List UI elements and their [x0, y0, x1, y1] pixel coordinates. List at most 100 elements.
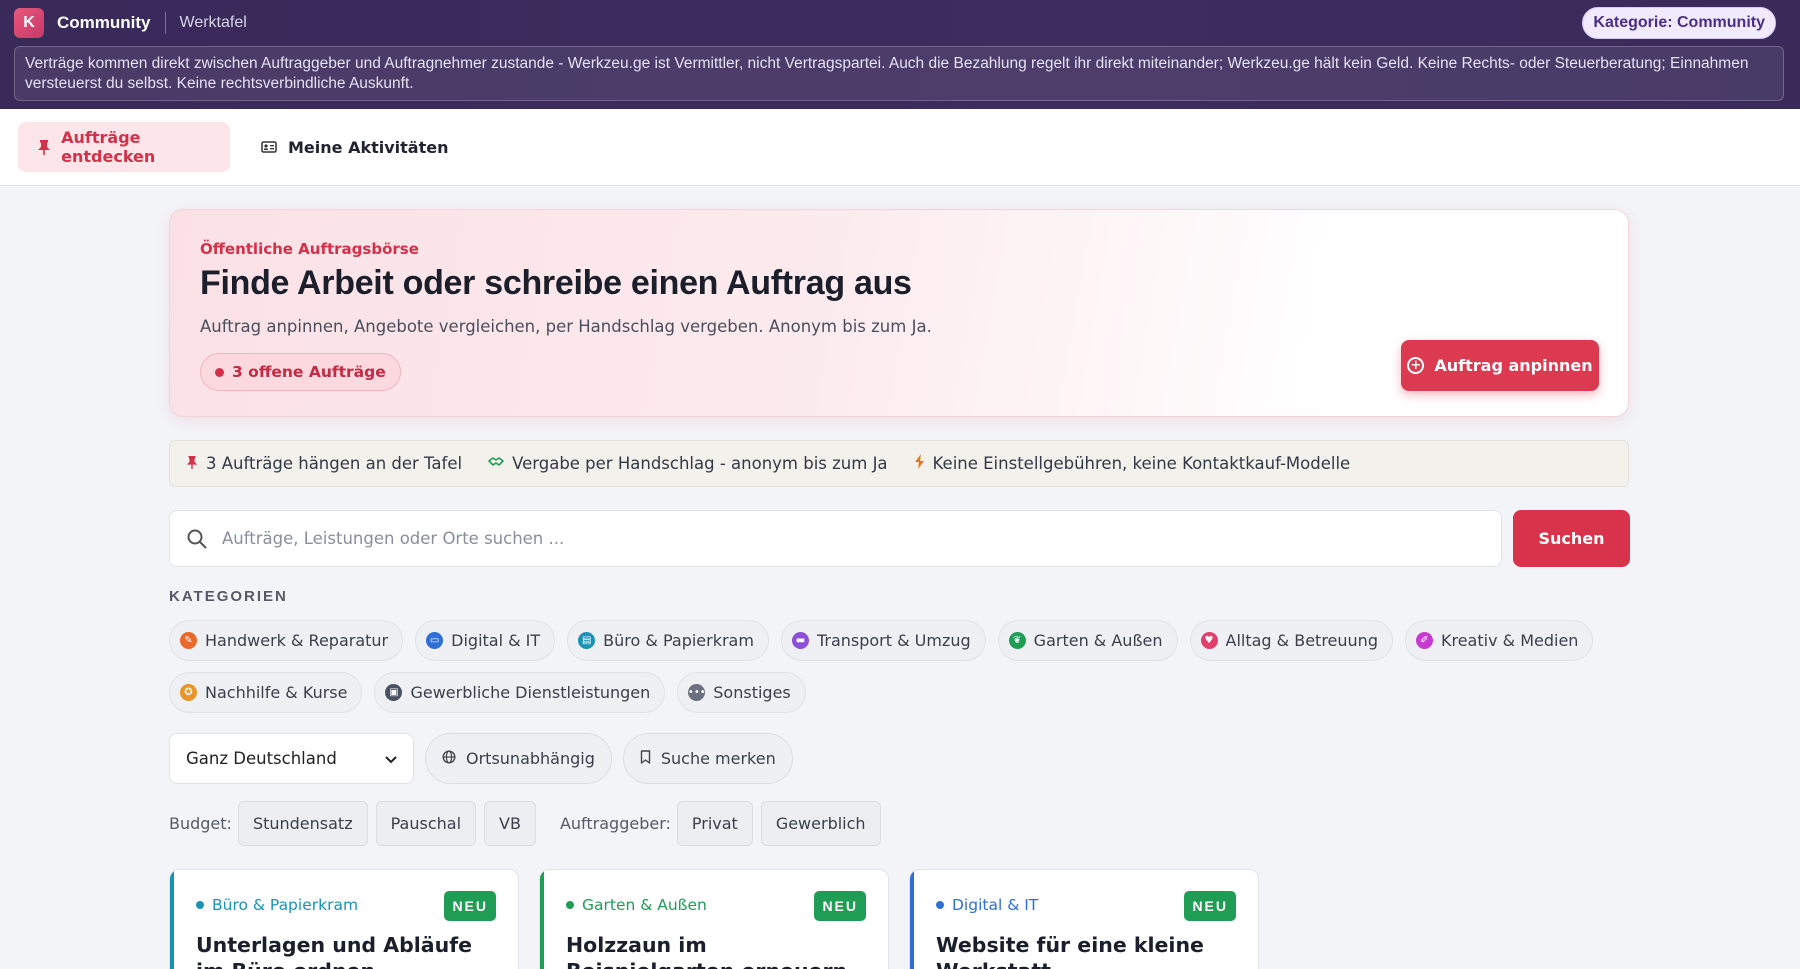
category-chip-gewerblich[interactable]: ▣ Gewerbliche Dienstleistungen — [374, 672, 666, 713]
card-title[interactable]: Website für eine kleine Werkstatt — [936, 932, 1236, 969]
card-accent — [170, 870, 174, 969]
graduation-icon: ✪ — [180, 684, 197, 701]
hero-kicker: Öffentliche Auftragsbörse — [200, 240, 419, 258]
chip-label: Nachhilfe & Kurse — [205, 683, 348, 702]
brush-icon: ✐ — [1415, 632, 1433, 649]
budget-hourly-button[interactable]: Stundensatz — [237, 801, 368, 846]
card-accent — [540, 870, 544, 969]
wrench-icon: ✎ — [180, 632, 197, 649]
save-search-label: Suche merken — [660, 749, 776, 768]
info-strip: 3 Aufträge hängen an der Tafel Vergabe p… — [169, 440, 1629, 487]
region-select-value: Ganz Deutschland — [186, 749, 337, 768]
budget-negotiable-button[interactable]: VB — [484, 801, 536, 846]
card-accent — [910, 870, 914, 969]
stat-text: Vergabe per Handschlag - anonym bis zum … — [512, 454, 888, 473]
document-icon: ▤ — [578, 632, 596, 649]
lightning-icon — [914, 454, 925, 473]
hero-banner: Öffentliche Auftragsbörse Finde Arbeit o… — [169, 209, 1629, 417]
stat-no-fees: Keine Einstellgebühren, keine Kontaktkau… — [914, 454, 1351, 473]
remote-label: Ortsunabhängig — [466, 749, 595, 768]
open-jobs-badge: 3 offene Aufträge — [200, 353, 401, 391]
category-chip-sonstiges[interactable]: ••• Sonstiges — [677, 672, 806, 713]
new-badge: NEU — [1184, 891, 1236, 921]
category-chip-digital[interactable]: ▭ Digital & IT — [415, 620, 556, 661]
hero-subtitle: Auftrag anpinnen, Angebote vergleichen, … — [200, 317, 932, 336]
category-chip-transport[interactable]: ▬ Transport & Umzug — [780, 620, 986, 661]
page-title: Finde Arbeit oder schreibe einen Auftrag… — [200, 264, 912, 302]
category-chip-nachhilfe[interactable]: ✪ Nachhilfe & Kurse — [169, 672, 363, 713]
leaf-icon: ❦ — [1008, 632, 1026, 649]
category-badge[interactable]: Kategorie: Community — [1582, 7, 1776, 39]
category-chip-kreativ[interactable]: ✐ Kreativ & Medien — [1404, 620, 1594, 661]
monitor-icon: ▭ — [426, 632, 444, 649]
client-label: Auftraggeber: — [559, 814, 671, 833]
app-logo[interactable]: K — [14, 8, 44, 38]
job-listings: Büro & Papierkram NEU Unterlagen und Abl… — [169, 869, 1279, 969]
category-chip-garten[interactable]: ❦ Garten & Außen — [997, 620, 1178, 661]
plus-circle-icon: + — [1407, 357, 1425, 374]
pin-job-label: Auftrag anpinnen — [1434, 356, 1593, 375]
search-box — [169, 510, 1502, 567]
id-card-icon — [260, 138, 278, 156]
client-business-button[interactable]: Gewerblich — [760, 801, 881, 846]
category-chip-buero[interactable]: ▤ Büro & Papierkram — [567, 620, 769, 661]
category-chip-alltag[interactable]: ♥ Alltag & Betreuung — [1189, 620, 1393, 661]
heart-icon: ♥ — [1200, 632, 1218, 649]
chevron-down-icon — [385, 749, 397, 768]
legal-disclaimer: Verträge kommen direkt zwischen Auftragg… — [14, 46, 1784, 101]
card-category: Digital & IT — [936, 896, 1038, 914]
chip-label: Alltag & Betreuung — [1225, 631, 1378, 650]
card-category-label: Digital & IT — [952, 896, 1039, 914]
brand: K Community Werktafel — [14, 8, 247, 38]
category-chip-handwerk[interactable]: ✎ Handwerk & Reparatur — [169, 620, 404, 661]
new-badge: NEU — [444, 891, 496, 921]
app-name[interactable]: Community — [57, 13, 151, 33]
search-button[interactable]: Suchen — [1513, 510, 1630, 567]
tab-discover-jobs[interactable]: Aufträge entdecken — [18, 122, 230, 172]
category-chips-row-1: ✎ Handwerk & Reparatur ▭ Digital & IT ▤ … — [169, 620, 1629, 661]
chip-label: Digital & IT — [451, 631, 541, 650]
bookmark-icon — [640, 749, 651, 768]
job-card[interactable]: Büro & Papierkram NEU Unterlagen und Abl… — [169, 869, 519, 969]
open-jobs-count: 3 offene Aufträge — [232, 363, 386, 381]
search-icon — [186, 528, 208, 550]
chip-label: Handwerk & Reparatur — [205, 631, 389, 650]
chip-label: Büro & Papierkram — [603, 631, 754, 650]
tab-my-activities[interactable]: Meine Aktivitäten — [242, 122, 466, 172]
region-select[interactable]: Ganz Deutschland — [169, 733, 414, 784]
stat-jobs-on-board: 3 Aufträge hängen an der Tafel — [186, 454, 462, 473]
top-header: K Community Werktafel Kategorie: Communi… — [0, 0, 1800, 109]
more-dots-icon: ••• — [688, 684, 706, 701]
main-nav: Aufträge entdecken Meine Aktivitäten — [0, 109, 1800, 186]
budget-label: Budget: — [169, 814, 232, 833]
pin-job-button[interactable]: + Auftrag anpinnen — [1401, 340, 1599, 391]
pin-icon — [36, 138, 51, 156]
client-private-button[interactable]: Privat — [676, 801, 753, 846]
search-input[interactable] — [222, 529, 1422, 548]
card-title[interactable]: Unterlagen und Abläufe im Büro ordnen — [196, 932, 496, 969]
stat-text: Keine Einstellgebühren, keine Kontaktkau… — [932, 454, 1351, 473]
remote-toggle[interactable]: Ortsunabhängig — [425, 733, 612, 784]
pin-icon — [186, 455, 198, 473]
category-chips-row-2: ✪ Nachhilfe & Kurse ▣ Gewerbliche Dienst… — [169, 672, 1629, 713]
card-title[interactable]: Holzzaun im Beispielgarten erneuern — [566, 932, 866, 969]
filter-row: Ganz Deutschland Ortsunabhängig Suche me… — [169, 733, 793, 784]
save-search-button[interactable]: Suche merken — [622, 733, 793, 784]
card-category-label: Garten & Außen — [582, 896, 707, 914]
job-card[interactable]: Digital & IT NEU Website für eine kleine… — [909, 869, 1259, 969]
budget-client-filters: Budget: Stundensatz Pauschal VB Auftragg… — [169, 801, 889, 846]
chip-label: Garten & Außen — [1033, 631, 1163, 650]
tab-label: Meine Aktivitäten — [288, 137, 449, 157]
category-dot-icon — [566, 901, 574, 909]
truck-icon: ▬ — [791, 632, 809, 649]
stat-text: 3 Aufträge hängen an der Tafel — [206, 454, 463, 473]
app-subtitle: Werktafel — [179, 14, 247, 31]
budget-flat-button[interactable]: Pauschal — [375, 801, 477, 846]
categories-heading: KATEGORIEN — [169, 588, 288, 605]
globe-icon — [442, 749, 456, 768]
chip-label: Sonstiges — [713, 683, 791, 702]
chip-label: Kreativ & Medien — [1440, 631, 1579, 650]
brand-divider — [164, 12, 166, 34]
chip-label: Transport & Umzug — [816, 631, 971, 650]
job-card[interactable]: Garten & Außen NEU Holzzaun im Beispielg… — [539, 869, 889, 969]
